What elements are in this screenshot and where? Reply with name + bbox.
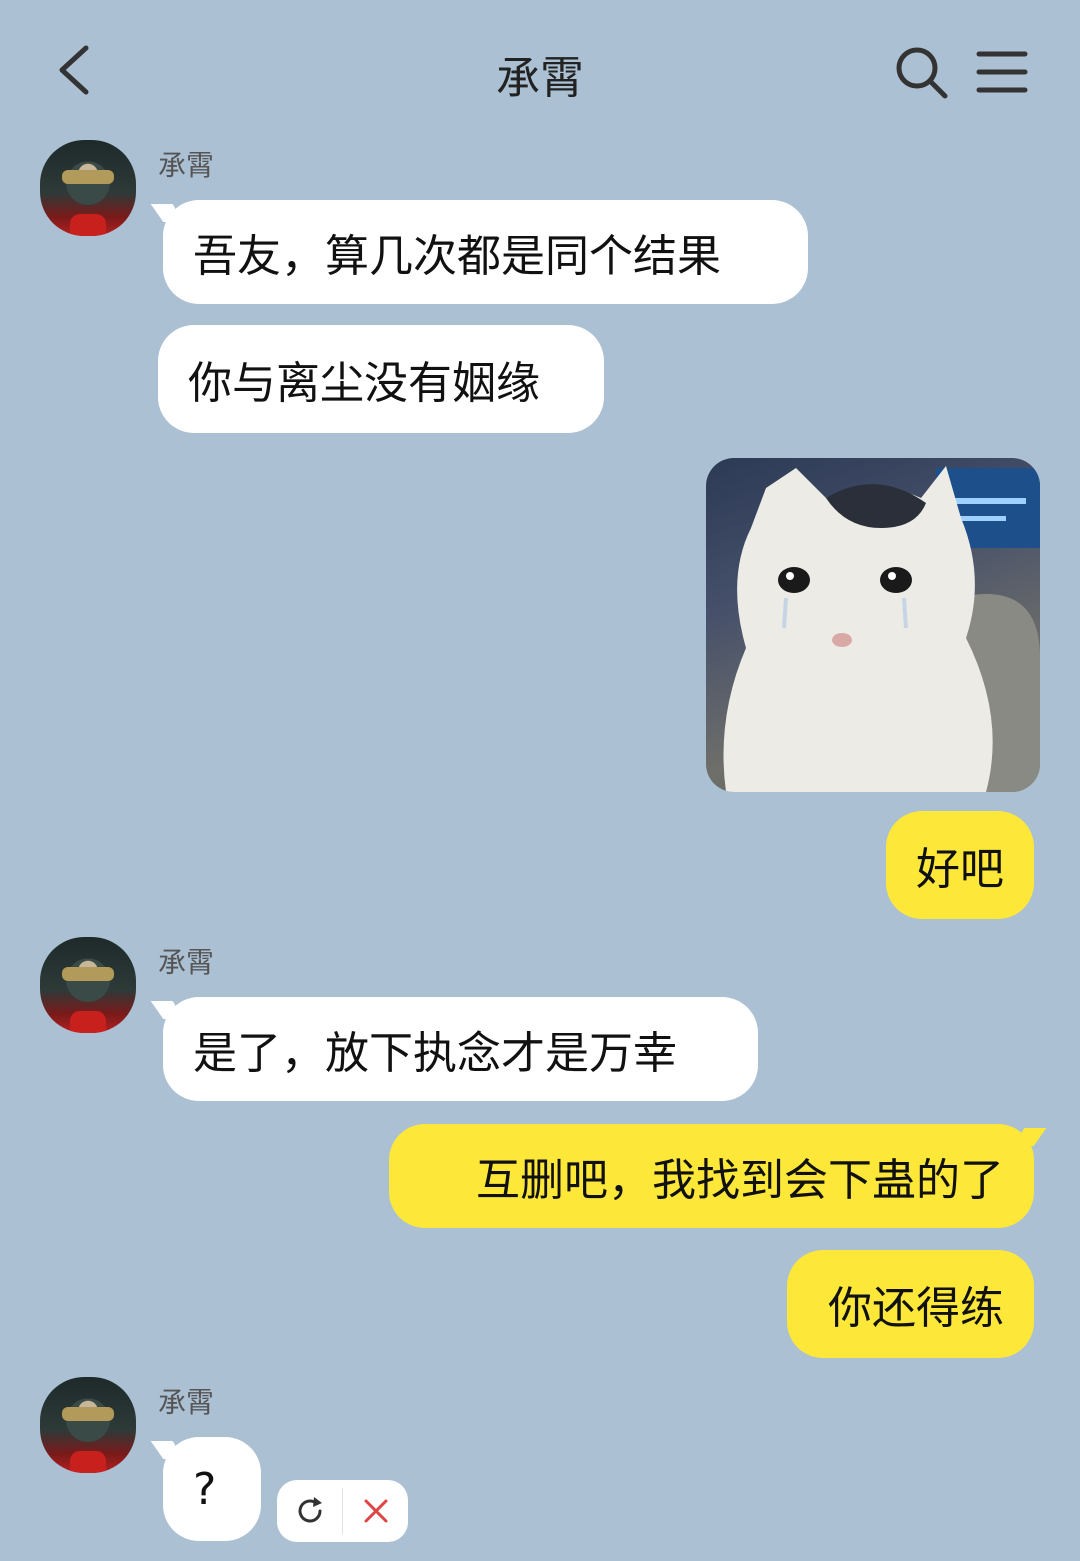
message-bubble-outgoing[interactable]: 互删吧，我找到会下蛊的了 <box>389 1124 1034 1228</box>
cat-image <box>723 466 1040 792</box>
menu-icon <box>976 51 1028 93</box>
message-actions <box>277 1480 408 1542</box>
avatar-collar <box>70 1011 106 1033</box>
message-bubble-incoming[interactable]: 你与离尘没有姻缘 <box>158 325 604 433</box>
top-bar: 承霄 <box>0 0 1080 140</box>
close-icon <box>364 1499 387 1523</box>
cancel-button[interactable] <box>343 1480 408 1542</box>
menu-button[interactable] <box>976 48 1028 96</box>
message-text: 好吧 <box>916 844 1004 895</box>
message-bubble-incoming[interactable]: ? <box>163 1437 261 1541</box>
avatar-mask <box>62 967 114 981</box>
message-text: 你还得练 <box>828 1283 1004 1334</box>
sender-name: 承霄 <box>158 1386 215 1419</box>
search-icon <box>896 47 948 99</box>
message-text: 互删吧，我找到会下蛊的了 <box>476 1155 1004 1206</box>
message-bubble-incoming[interactable]: 吾友，算几次都是同个结果 <box>163 200 808 304</box>
message-text: 是了，放下执念才是万幸 <box>193 1028 677 1079</box>
sender-name: 承霄 <box>158 946 215 979</box>
avatar[interactable] <box>40 1377 136 1473</box>
avatar-collar <box>70 1451 106 1473</box>
retry-icon <box>298 1497 322 1523</box>
crying-cat-sticker[interactable] <box>706 458 1040 792</box>
message-bubble-incoming[interactable]: 是了，放下执念才是万幸 <box>163 997 758 1101</box>
message-text: 吾友，算几次都是同个结果 <box>193 231 721 282</box>
avatar-collar <box>70 214 106 236</box>
avatar-mask <box>62 170 114 184</box>
avatar[interactable] <box>40 140 136 236</box>
avatar-mask <box>62 1407 114 1421</box>
retry-button[interactable] <box>277 1480 342 1542</box>
avatar[interactable] <box>40 937 136 1033</box>
message-bubble-outgoing[interactable]: 好吧 <box>886 811 1034 919</box>
search-button[interactable] <box>893 44 949 100</box>
message-text: ? <box>193 1463 217 1515</box>
message-bubble-outgoing[interactable]: 你还得练 <box>787 1250 1034 1358</box>
sender-name: 承霄 <box>158 149 215 182</box>
message-text: 你与离尘没有姻缘 <box>188 358 540 409</box>
